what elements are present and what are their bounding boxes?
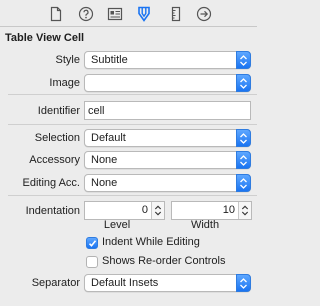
shows-reorder-controls-label[interactable]: Shows Re-order Controls	[102, 255, 226, 267]
stepper-icon[interactable]	[151, 202, 164, 219]
indentation-level-caption: Level	[103, 219, 131, 231]
identifier-input[interactable]	[85, 102, 250, 119]
accessory-label-wrap: Accessory	[0, 154, 80, 168]
identity-icon[interactable]	[106, 5, 124, 23]
indent-while-editing-label[interactable]: Indent While Editing	[102, 236, 200, 248]
separator-label: Separator	[31, 277, 80, 289]
separator-popup[interactable]: Default Insets	[84, 274, 251, 292]
selection-label-wrap: Selection	[0, 132, 80, 146]
separator-value: Default Insets	[91, 277, 159, 289]
popup-chevron-icon	[236, 74, 251, 92]
popup-chevron-icon	[236, 174, 251, 192]
divider	[8, 94, 257, 95]
identifier-label: Identifier	[37, 105, 80, 117]
style-label: Style	[55, 54, 80, 66]
indentation-label-wrap: Indentation	[0, 205, 80, 219]
editing-accessory-label: Editing Acc.	[22, 177, 80, 189]
identifier-label-wrap: Identifier	[0, 105, 80, 119]
selection-value: Default	[91, 132, 126, 144]
separator-label-wrap: Separator	[0, 277, 80, 291]
accessory-value: None	[91, 154, 118, 166]
identifier-field[interactable]	[84, 101, 251, 120]
size-ruler-icon[interactable]	[167, 5, 185, 23]
image-label-wrap: Image	[0, 77, 80, 91]
file-icon[interactable]	[47, 5, 65, 23]
image-label: Image	[49, 77, 80, 89]
style-value: Subtitle	[91, 54, 128, 66]
selection-label: Selection	[34, 132, 80, 144]
indentation-level-value: 0	[141, 204, 148, 216]
indentation-width-value: 10	[222, 204, 235, 216]
editing-accessory-label-wrap: Editing Acc.	[0, 177, 80, 191]
divider	[8, 195, 257, 196]
accessory-popup[interactable]: None	[84, 151, 251, 169]
help-icon[interactable]	[77, 5, 95, 23]
connections-arrow-icon[interactable]	[195, 5, 213, 23]
editing-accessory-value: None	[91, 177, 118, 189]
popup-chevron-icon	[236, 129, 251, 147]
indentation-width-caption: Width	[190, 219, 220, 231]
popup-chevron-icon	[236, 151, 251, 169]
inspector-tab-bar	[0, 0, 257, 27]
popup-chevron-icon	[236, 274, 251, 292]
image-popup[interactable]	[84, 74, 251, 92]
editing-accessory-popup[interactable]: None	[84, 174, 251, 192]
section-title: Table View Cell	[5, 32, 85, 44]
indent-while-editing-checkbox[interactable]	[86, 237, 98, 249]
popup-chevron-icon	[236, 51, 251, 69]
indentation-width-field[interactable]: 10	[171, 201, 252, 220]
indentation-label: Indentation	[25, 205, 80, 217]
checkmark-icon	[88, 240, 97, 247]
divider	[8, 124, 257, 125]
stepper-icon[interactable]	[238, 202, 251, 219]
style-popup[interactable]: Subtitle	[84, 51, 251, 69]
selection-popup[interactable]: Default	[84, 129, 251, 147]
attributes-icon[interactable]	[135, 5, 153, 23]
indentation-level-field[interactable]: 0	[84, 201, 165, 220]
shows-reorder-controls-checkbox[interactable]	[86, 256, 98, 268]
style-label-wrap: Style	[0, 54, 80, 68]
accessory-label: Accessory	[29, 154, 80, 166]
